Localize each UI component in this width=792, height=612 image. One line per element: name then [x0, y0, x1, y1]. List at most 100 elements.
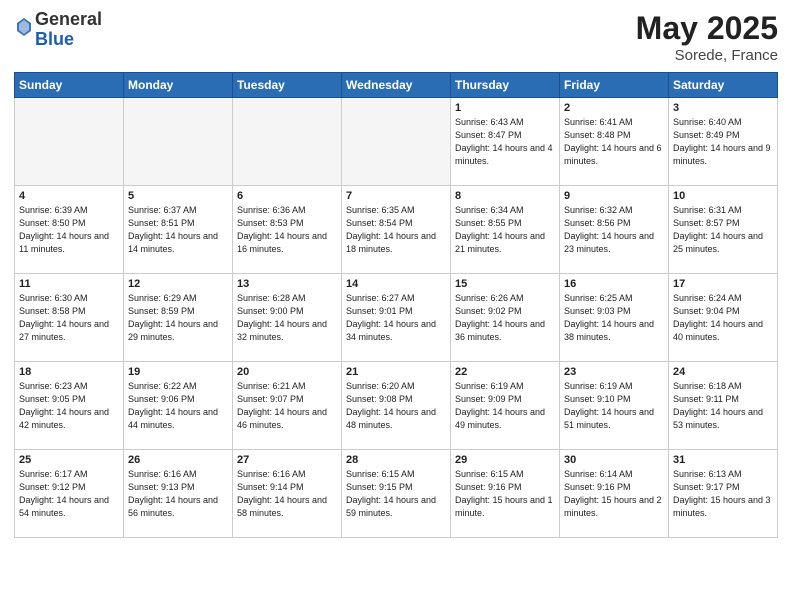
day-number: 20 [237, 366, 337, 378]
header-friday: Friday [560, 73, 669, 98]
header-wednesday: Wednesday [342, 73, 451, 98]
calendar-cell: 29 Sunrise: 6:15 AMSunset: 9:16 PMDayligh… [451, 450, 560, 538]
day-info: Sunrise: 6:26 AMSunset: 9:02 PMDaylight:… [455, 292, 555, 344]
day-number: 24 [673, 366, 773, 378]
calendar-cell: 17Sunrise: 6:24 AMSunset: 9:04 PMDayligh… [669, 274, 778, 362]
title-block: May 2025 Sorede, France [636, 10, 778, 64]
day-info: Sunrise: 6:31 AMSunset: 8:57 PMDaylight:… [673, 204, 773, 256]
calendar-cell: 18Sunrise: 6:23 AMSunset: 9:05 PMDayligh… [15, 362, 124, 450]
day-number: 5 [128, 190, 228, 202]
calendar-cell [342, 98, 451, 186]
day-info: Sunrise: 6:15 AMSunset: 9:16 PMDaylight:… [455, 468, 555, 520]
calendar-cell: 7Sunrise: 6:35 AMSunset: 8:54 PMDaylight… [342, 186, 451, 274]
calendar-location: Sorede, France [636, 47, 778, 64]
day-info: Sunrise: 6:21 AMSunset: 9:07 PMDaylight:… [237, 380, 337, 432]
calendar-cell: 11 Sunrise: 6:30 AMSunset: 8:58 PMDayligh… [15, 274, 124, 362]
day-info: Sunrise: 6:32 AMSunset: 8:56 PMDaylight:… [564, 204, 664, 256]
day-info: Sunrise: 6:39 AMSunset: 8:50 PMDaylight:… [19, 204, 119, 256]
day-number: 15 [455, 278, 555, 290]
day-info: Sunrise: 6:22 AMSunset: 9:06 PMDaylight:… [128, 380, 228, 432]
calendar-week-5: 25Sunrise: 6:17 AMSunset: 9:12 PMDayligh… [15, 450, 778, 538]
calendar-cell: 26 Sunrise: 6:16 AMSunset: 9:13 PMDayligh… [124, 450, 233, 538]
calendar-week-4: 18Sunrise: 6:23 AMSunset: 9:05 PMDayligh… [15, 362, 778, 450]
day-number: 7 [346, 190, 446, 202]
calendar-cell: 6Sunrise: 6:36 AMSunset: 8:53 PMDaylight… [233, 186, 342, 274]
day-info: Sunrise: 6:34 AMSunset: 8:55 PMDaylight:… [455, 204, 555, 256]
day-number: 8 [455, 190, 555, 202]
day-info: Sunrise: 6:27 AMSunset: 9:01 PMDaylight:… [346, 292, 446, 344]
day-info: Sunrise: 6:18 AMSunset: 9:11 PMDaylight:… [673, 380, 773, 432]
day-number: 26 [128, 454, 228, 466]
calendar-cell: 9 Sunrise: 6:32 AMSunset: 8:56 PMDaylight… [560, 186, 669, 274]
day-number: 27 [237, 454, 337, 466]
calendar-cell: 21 Sunrise: 6:20 AMSunset: 9:08 PMDayligh… [342, 362, 451, 450]
calendar-cell [15, 98, 124, 186]
day-number: 21 [346, 366, 446, 378]
logo-icon [15, 16, 33, 38]
day-number: 19 [128, 366, 228, 378]
day-number: 1 [455, 102, 555, 114]
logo-blue-text: Blue [35, 29, 74, 49]
calendar-cell: 30 Sunrise: 6:14 AMSunset: 9:16 PMDayligh… [560, 450, 669, 538]
day-info: Sunrise: 6:28 AMSunset: 9:00 PMDaylight:… [237, 292, 337, 344]
day-number: 18 [19, 366, 119, 378]
calendar-cell: 8 Sunrise: 6:34 AMSunset: 8:55 PMDaylight… [451, 186, 560, 274]
day-info: Sunrise: 6:41 AMSunset: 8:48 PMDaylight:… [564, 116, 664, 168]
page: General Blue May 2025 Sorede, France Sun… [0, 0, 792, 612]
header-tuesday: Tuesday [233, 73, 342, 98]
calendar-cell: 22Sunrise: 6:19 AMSunset: 9:09 PMDayligh… [451, 362, 560, 450]
calendar-cell: 24 Sunrise: 6:18 AMSunset: 9:11 PMDayligh… [669, 362, 778, 450]
calendar-cell: 2Sunrise: 6:41 AMSunset: 8:48 PMDaylight… [560, 98, 669, 186]
day-info: Sunrise: 6:29 AMSunset: 8:59 PMDaylight:… [128, 292, 228, 344]
header-monday: Monday [124, 73, 233, 98]
calendar-cell: 16Sunrise: 6:25 AMSunset: 9:03 PMDayligh… [560, 274, 669, 362]
day-number: 13 [237, 278, 337, 290]
day-info: Sunrise: 6:24 AMSunset: 9:04 PMDaylight:… [673, 292, 773, 344]
calendar-cell: 31 Sunrise: 6:13 AMSunset: 9:17 PMDayligh… [669, 450, 778, 538]
calendar-cell: 23Sunrise: 6:19 AMSunset: 9:10 PMDayligh… [560, 362, 669, 450]
day-info: Sunrise: 6:16 AMSunset: 9:14 PMDaylight:… [237, 468, 337, 520]
header-thursday: Thursday [451, 73, 560, 98]
calendar-cell: 20 Sunrise: 6:21 AMSunset: 9:07 PMDayligh… [233, 362, 342, 450]
day-number: 28 [346, 454, 446, 466]
calendar-cell [233, 98, 342, 186]
calendar-cell: 4Sunrise: 6:39 AMSunset: 8:50 PMDaylight… [15, 186, 124, 274]
day-info: Sunrise: 6:14 AMSunset: 9:16 PMDaylight:… [564, 468, 664, 520]
calendar-cell: 14 Sunrise: 6:27 AMSunset: 9:01 PMDayligh… [342, 274, 451, 362]
calendar-table: Sunday Monday Tuesday Wednesday Thursday… [14, 72, 778, 538]
calendar-cell: 19 Sunrise: 6:22 AMSunset: 9:06 PMDayligh… [124, 362, 233, 450]
day-info: Sunrise: 6:37 AMSunset: 8:51 PMDaylight:… [128, 204, 228, 256]
calendar-cell: 13 Sunrise: 6:28 AMSunset: 9:00 PMDayligh… [233, 274, 342, 362]
day-info: Sunrise: 6:15 AMSunset: 9:15 PMDaylight:… [346, 468, 446, 520]
day-info: Sunrise: 6:19 AMSunset: 9:10 PMDaylight:… [564, 380, 664, 432]
day-number: 29 [455, 454, 555, 466]
calendar-cell: 15 Sunrise: 6:26 AMSunset: 9:02 PMDayligh… [451, 274, 560, 362]
calendar-week-3: 11 Sunrise: 6:30 AMSunset: 8:58 PMDayligh… [15, 274, 778, 362]
day-number: 6 [237, 190, 337, 202]
day-number: 31 [673, 454, 773, 466]
calendar-cell: 25Sunrise: 6:17 AMSunset: 9:12 PMDayligh… [15, 450, 124, 538]
calendar-week-2: 4Sunrise: 6:39 AMSunset: 8:50 PMDaylight… [15, 186, 778, 274]
calendar-cell: 10Sunrise: 6:31 AMSunset: 8:57 PMDayligh… [669, 186, 778, 274]
calendar-cell: 27 Sunrise: 6:16 AMSunset: 9:14 PMDayligh… [233, 450, 342, 538]
logo-general-text: General [35, 9, 102, 29]
day-info: Sunrise: 6:30 AMSunset: 8:58 PMDaylight:… [19, 292, 119, 344]
calendar-cell: 3 Sunrise: 6:40 AMSunset: 8:49 PMDaylight… [669, 98, 778, 186]
day-info: Sunrise: 6:13 AMSunset: 9:17 PMDaylight:… [673, 468, 773, 520]
day-number: 30 [564, 454, 664, 466]
day-number: 9 [564, 190, 664, 202]
day-number: 14 [346, 278, 446, 290]
day-number: 11 [19, 278, 119, 290]
day-info: Sunrise: 6:40 AMSunset: 8:49 PMDaylight:… [673, 116, 773, 168]
header: General Blue May 2025 Sorede, France [14, 10, 778, 64]
day-number: 22 [455, 366, 555, 378]
day-info: Sunrise: 6:25 AMSunset: 9:03 PMDaylight:… [564, 292, 664, 344]
day-info: Sunrise: 6:16 AMSunset: 9:13 PMDaylight:… [128, 468, 228, 520]
day-number: 12 [128, 278, 228, 290]
day-info: Sunrise: 6:17 AMSunset: 9:12 PMDaylight:… [19, 468, 119, 520]
header-saturday: Saturday [669, 73, 778, 98]
day-number: 3 [673, 102, 773, 114]
calendar-cell: 1Sunrise: 6:43 AMSunset: 8:47 PMDaylight… [451, 98, 560, 186]
day-info: Sunrise: 6:20 AMSunset: 9:08 PMDaylight:… [346, 380, 446, 432]
calendar-title: May 2025 [636, 10, 778, 47]
